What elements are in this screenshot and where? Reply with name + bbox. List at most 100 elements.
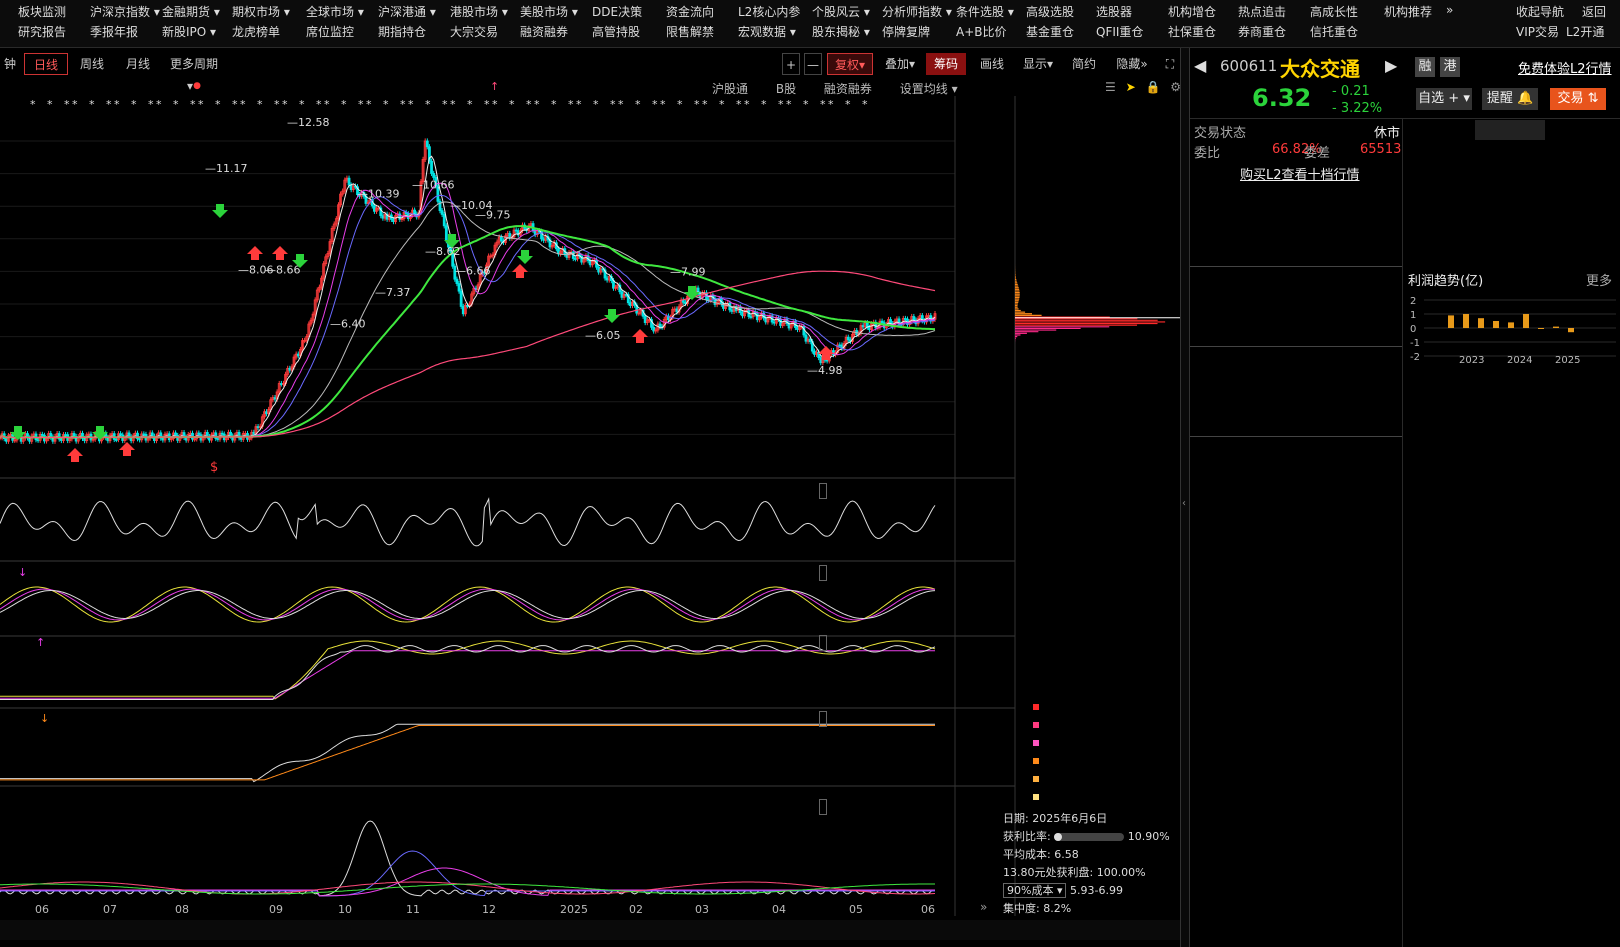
menu-item[interactable]: 选股器	[1096, 3, 1132, 20]
hgt-tab[interactable]: 沪股通	[712, 82, 748, 96]
month-tab[interactable]: 月线	[118, 53, 158, 75]
menu-item[interactable]: 机构增仓	[1168, 3, 1216, 20]
menu-item[interactable]: 沪深港通 ▾	[378, 3, 436, 20]
legend-swatch	[1033, 758, 1039, 764]
cursor-icon[interactable]: ➤	[1126, 80, 1136, 94]
menu-item[interactable]: 收起导航	[1516, 3, 1564, 20]
cost90-label: 90%成本	[1007, 884, 1054, 897]
menu-item[interactable]: 限售解禁	[666, 23, 714, 40]
menu-item[interactable]: VIP交易	[1516, 23, 1559, 40]
cost90-dropdown[interactable]: 90%成本 ▾	[1003, 883, 1067, 898]
panel-splitter[interactable]: ‹	[1180, 48, 1190, 947]
draw-line-button[interactable]: 画线	[972, 53, 1012, 75]
menu-item[interactable]: 券商重仓	[1238, 23, 1286, 40]
menu-item[interactable]: 返回	[1582, 3, 1606, 20]
menu-item[interactable]: DDE决策	[592, 3, 642, 20]
menu-item[interactable]: 期权市场 ▾	[232, 3, 290, 20]
menu-item[interactable]: 社保重仓	[1168, 23, 1216, 40]
menu-item[interactable]: »	[1446, 3, 1453, 17]
menu-item[interactable]: 龙虎榜单	[232, 23, 280, 40]
menu-item[interactable]: 期指持仓	[378, 23, 426, 40]
menu-item[interactable]: 高成长性	[1310, 3, 1358, 20]
close-indicator-icon[interactable]	[819, 565, 827, 581]
menu-item[interactable]: L2开通	[1566, 23, 1604, 40]
set-ma-dropdown[interactable]: 设置均线	[900, 82, 948, 96]
menu-item[interactable]: A+B比价	[956, 23, 1007, 40]
fund-tab[interactable]	[1404, 120, 1474, 140]
watchlist-button[interactable]: 自选 + ▾	[1416, 88, 1472, 110]
hk-badge[interactable]: 港	[1440, 57, 1460, 77]
menu-item[interactable]: 季报年报	[90, 23, 138, 40]
menu-item[interactable]: 席位监控	[306, 23, 354, 40]
minute-tab[interactable]: 钟	[0, 53, 20, 75]
candle-body	[442, 214, 446, 227]
menu-item[interactable]: 分析师指数 ▾	[882, 3, 952, 20]
margin-badge[interactable]: 融	[1415, 57, 1435, 77]
close-indicator-icon[interactable]	[819, 711, 827, 727]
menu-item[interactable]: 港股市场 ▾	[450, 3, 508, 20]
price-annotation: —9.75	[475, 208, 511, 221]
menu-item[interactable]: 个股风云 ▾	[812, 3, 870, 20]
trade-button[interactable]: 交易 ⇅	[1550, 88, 1606, 110]
tabs-more-icon[interactable]: »	[980, 900, 987, 914]
b-share-tab[interactable]: B股	[776, 82, 796, 96]
menu-item[interactable]: 新股IPO ▾	[162, 23, 216, 40]
candle-body	[730, 309, 734, 312]
prev-stock-icon[interactable]: ◀	[1194, 56, 1206, 75]
expand-icon[interactable]: ⛶	[1160, 53, 1180, 75]
indicator-line	[0, 650, 935, 699]
menu-item[interactable]: QFII重仓	[1096, 23, 1143, 40]
menu-item[interactable]: 金融期货 ▾	[162, 3, 220, 20]
fund-tab[interactable]	[1475, 120, 1545, 140]
menu-item[interactable]: 研究报告	[18, 23, 66, 40]
display-dropdown[interactable]: 显示▾	[1016, 53, 1060, 75]
price-annotation: —8.66	[265, 263, 301, 276]
list-icon[interactable]: ☰	[1105, 80, 1116, 94]
week-tab[interactable]: 周线	[72, 53, 112, 75]
chip-button[interactable]: 筹码	[926, 53, 966, 75]
menu-item[interactable]: 高级选股	[1026, 3, 1074, 20]
menu-item[interactable]: 板块监测	[18, 3, 66, 20]
menu-item[interactable]: 条件选股 ▾	[956, 3, 1014, 20]
menu-item[interactable]: 热点追击	[1238, 3, 1286, 20]
simple-button[interactable]: 简约	[1064, 53, 1104, 75]
ma13-line	[0, 182, 936, 439]
candle-body	[40, 433, 44, 436]
menu-item[interactable]: 停牌复牌	[882, 23, 930, 40]
chip-date: 日期: 2025年6月6日	[1003, 812, 1108, 825]
overlay-dropdown[interactable]: 叠加▾	[878, 53, 922, 75]
margin-tab[interactable]: 融资融券	[824, 82, 872, 96]
close-indicator-icon[interactable]	[819, 799, 827, 815]
menu-item[interactable]: 基金重仓	[1026, 23, 1074, 40]
kline-chart[interactable]: 06 07 08 09 10 11 12 2025 02 03 04 05 06 —12.58 —11.17…	[0, 96, 1180, 916]
buy-l2-link[interactable]: 购买L2查看十档行情	[1240, 164, 1360, 183]
candle-body	[64, 434, 67, 437]
next-stock-icon[interactable]: ▶	[1385, 56, 1397, 75]
hide-button[interactable]: 隐藏»	[1108, 53, 1156, 75]
menu-item[interactable]: 机构推荐	[1384, 3, 1432, 20]
close-indicator-icon[interactable]	[819, 483, 827, 499]
lock-icon[interactable]: 🔒	[1145, 80, 1160, 94]
profit-trend-more[interactable]: 更多	[1586, 270, 1612, 289]
menu-item[interactable]: 全球市场 ▾	[306, 3, 364, 20]
menu-item[interactable]: 高管持股	[592, 23, 640, 40]
menu-item[interactable]: 资金流向	[666, 3, 714, 20]
menu-item[interactable]: 美股市场 ▾	[520, 3, 578, 20]
day-tab[interactable]: 日线	[24, 53, 68, 75]
zoom-in-button[interactable]: +	[782, 53, 800, 75]
zoom-out-button[interactable]: —	[804, 53, 822, 75]
menu-item[interactable]: L2核心内参	[738, 3, 800, 20]
menu-item[interactable]: 股东揭秘 ▾	[812, 23, 870, 40]
menu-item[interactable]: 信托重仓	[1310, 23, 1358, 40]
alert-button[interactable]: 提醒 🔔	[1482, 88, 1538, 110]
menu-item[interactable]: 大宗交易	[450, 23, 498, 40]
close-indicator-icon[interactable]	[819, 635, 827, 651]
candle-body	[252, 431, 256, 435]
fq-dropdown[interactable]: 复权▾	[827, 53, 873, 75]
menu-item[interactable]: 沪深京指数 ▾	[90, 3, 160, 20]
menu-item[interactable]: 融资融券	[520, 23, 568, 40]
menu-item[interactable]: 宏观数据 ▾	[738, 23, 796, 40]
fund-tab[interactable]	[1546, 120, 1616, 140]
free-l2-link[interactable]: 免费体验L2行情	[1518, 58, 1612, 77]
more-period-dropdown[interactable]: 更多周期 ▾●	[162, 53, 226, 93]
